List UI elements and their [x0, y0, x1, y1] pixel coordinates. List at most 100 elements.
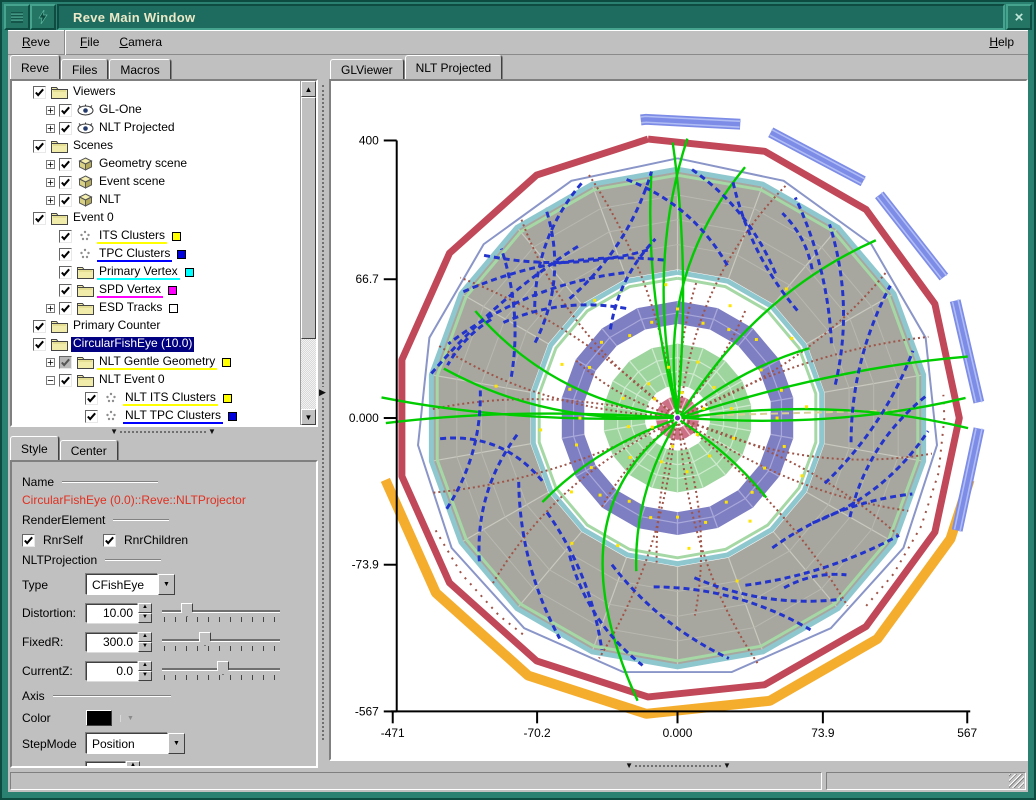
tree-checkbox[interactable] — [59, 266, 72, 279]
chevron-down-icon[interactable]: ▼ — [168, 733, 185, 754]
menu-camera[interactable]: Camera — [109, 32, 172, 52]
tree-item-label[interactable]: NLT TPC Clusters — [123, 409, 223, 424]
rnrchildren-checkbox[interactable] — [103, 534, 116, 547]
spin-up-icon[interactable]: ▲ — [126, 761, 140, 768]
color-swatch[interactable] — [185, 268, 194, 277]
tree-item-primary-vertex[interactable]: Primary Vertex — [12, 263, 300, 281]
menu-reve[interactable]: Reve — [12, 32, 60, 52]
scroll-up-button[interactable]: ▲ — [301, 81, 316, 97]
color-swatch[interactable] — [228, 412, 237, 421]
tree-item-nlt-its-clusters[interactable]: NLT ITS Clusters — [12, 389, 300, 407]
tree-item-label[interactable]: NLT — [97, 193, 123, 208]
value-slider[interactable] — [162, 602, 280, 624]
tree-item-primary-counter[interactable]: Primary Counter — [12, 317, 300, 335]
event-display[interactable]: 40066.70.000-73.9-567-471-70.20.00073.95… — [331, 81, 1026, 759]
tree-checkbox[interactable] — [85, 410, 98, 423]
slider-thumb[interactable] — [181, 603, 193, 617]
tree-item-label[interactable]: Primary Vertex — [97, 265, 180, 280]
scroll-thumb[interactable] — [301, 97, 316, 339]
tree-item-scenes[interactable]: Scenes — [12, 137, 300, 155]
type-combobox[interactable]: CFishEye ▼ — [86, 574, 175, 595]
tree-item-nlt-tpc-clusters[interactable]: NLT TPC Clusters — [12, 407, 300, 425]
tree-item-its-clusters[interactable]: ITS Clusters — [12, 227, 300, 245]
tree-item-label[interactable]: NLT ITS Clusters — [123, 391, 218, 406]
spin-up-icon[interactable]: ▲ — [138, 632, 152, 642]
tree-expand-toggle[interactable] — [46, 358, 55, 367]
tree-item-label[interactable]: Primary Counter — [71, 319, 162, 334]
chevron-down-icon[interactable]: ▼ — [158, 574, 175, 595]
tree-checkbox[interactable] — [59, 302, 72, 315]
splitlevel-field[interactable]: 1 — [86, 762, 126, 769]
tree-expand-toggle[interactable] — [46, 160, 55, 169]
tree-item-nlt-event-0[interactable]: NLT Event 0 — [12, 371, 300, 389]
menu-file[interactable]: File — [70, 32, 109, 52]
tree-item-label[interactable]: Geometry scene — [97, 157, 189, 172]
tree-checkbox[interactable] — [33, 320, 46, 333]
tree-item-tpc-clusters[interactable]: TPC Clusters — [12, 245, 300, 263]
value-spinner[interactable]: ▲▼ — [138, 661, 152, 681]
window-app-button[interactable] — [30, 4, 56, 30]
tree-checkbox[interactable] — [33, 212, 46, 225]
tree-item-spd-vertex[interactable]: SPD Vertex — [12, 281, 300, 299]
tree-item-gl-one[interactable]: GL-One — [12, 101, 300, 119]
tree-splitter[interactable]: ▼ ▼ — [8, 427, 318, 436]
tree-scrollbar[interactable]: ▲ ▼ — [300, 81, 316, 425]
tree-expand-toggle[interactable] — [46, 124, 55, 133]
tree-item-geometry-scene[interactable]: Geometry scene — [12, 155, 300, 173]
tree-checkbox[interactable] — [59, 194, 72, 207]
tree-checkbox[interactable] — [59, 122, 72, 135]
tree-expand-toggle[interactable] — [46, 196, 55, 205]
tree-item-viewers[interactable]: Viewers — [12, 83, 300, 101]
tree-checkbox[interactable] — [33, 140, 46, 153]
slider-thumb[interactable] — [217, 661, 229, 675]
viewer-canvas[interactable]: 40066.70.000-73.9-567-471-70.20.00073.95… — [329, 79, 1028, 761]
tab-files[interactable]: Files — [61, 59, 108, 79]
spin-up-icon[interactable]: ▲ — [138, 661, 152, 671]
tree-item-label[interactable]: NLT Event 0 — [97, 373, 167, 388]
axis-color-swatch[interactable] — [86, 710, 112, 726]
tree-checkbox[interactable] — [59, 284, 72, 297]
tree-item-label[interactable]: CircularFishEye (10.0) — [71, 337, 194, 352]
tree-checkbox[interactable] — [59, 176, 72, 189]
tree-expand-toggle[interactable] — [46, 106, 55, 115]
tree-item-label[interactable]: Event scene — [97, 175, 167, 190]
tree-item-circularfisheye-10-0[interactable]: CircularFishEye (10.0) — [12, 335, 300, 353]
tree-checkbox[interactable] — [59, 230, 72, 243]
window-menu-button[interactable] — [4, 4, 30, 30]
tree-expand-toggle[interactable] — [46, 178, 55, 187]
slider-thumb[interactable] — [199, 632, 211, 646]
tree-checkbox[interactable] — [59, 374, 72, 387]
tree-item-label[interactable]: SPD Vertex — [97, 283, 163, 298]
tree-checkbox[interactable] — [59, 356, 72, 369]
value-field[interactable]: 0.0 — [86, 662, 138, 681]
splitlevel-spinner[interactable]: ▲▼ — [126, 761, 140, 768]
tree-item-label[interactable]: TPC Clusters — [97, 247, 172, 262]
tree-checkbox[interactable] — [59, 104, 72, 117]
value-spinner[interactable]: ▲▼ — [138, 632, 152, 652]
tab-reve[interactable]: Reve — [10, 55, 60, 79]
value-field[interactable]: 300.0 — [86, 633, 138, 652]
tree-checkbox[interactable] — [59, 248, 72, 261]
spin-down-icon[interactable]: ▼ — [138, 671, 152, 681]
color-swatch[interactable] — [222, 358, 231, 367]
tree-checkbox[interactable] — [33, 86, 46, 99]
value-field[interactable]: 10.00 — [86, 604, 138, 623]
tree-item-event-0[interactable]: Event 0 — [12, 209, 300, 227]
tree-item-nlt-gentle-geometry[interactable]: NLT Gentle Geometry — [12, 353, 300, 371]
value-slider[interactable] — [162, 631, 280, 653]
tab-glviewer[interactable]: GLViewer — [330, 59, 404, 79]
viewer-splitter[interactable]: ▼ ▼ — [328, 761, 1028, 770]
tab-macros[interactable]: Macros — [109, 59, 170, 79]
rnrself-checkbox[interactable] — [22, 534, 35, 547]
value-spinner[interactable]: ▲▼ — [138, 603, 152, 623]
tab-style[interactable]: Style — [10, 436, 59, 460]
tree-item-label[interactable]: ITS Clusters — [97, 229, 167, 244]
spin-down-icon[interactable]: ▼ — [138, 642, 152, 652]
color-swatch[interactable] — [177, 250, 186, 259]
tree-item-esd-tracks[interactable]: ESD Tracks — [12, 299, 300, 317]
spin-down-icon[interactable]: ▼ — [138, 613, 152, 623]
tab-center[interactable]: Center — [60, 440, 118, 460]
stepmode-combobox[interactable]: Position ▼ — [86, 733, 185, 754]
menu-help[interactable]: Help — [979, 32, 1024, 52]
color-swatch[interactable] — [223, 394, 232, 403]
